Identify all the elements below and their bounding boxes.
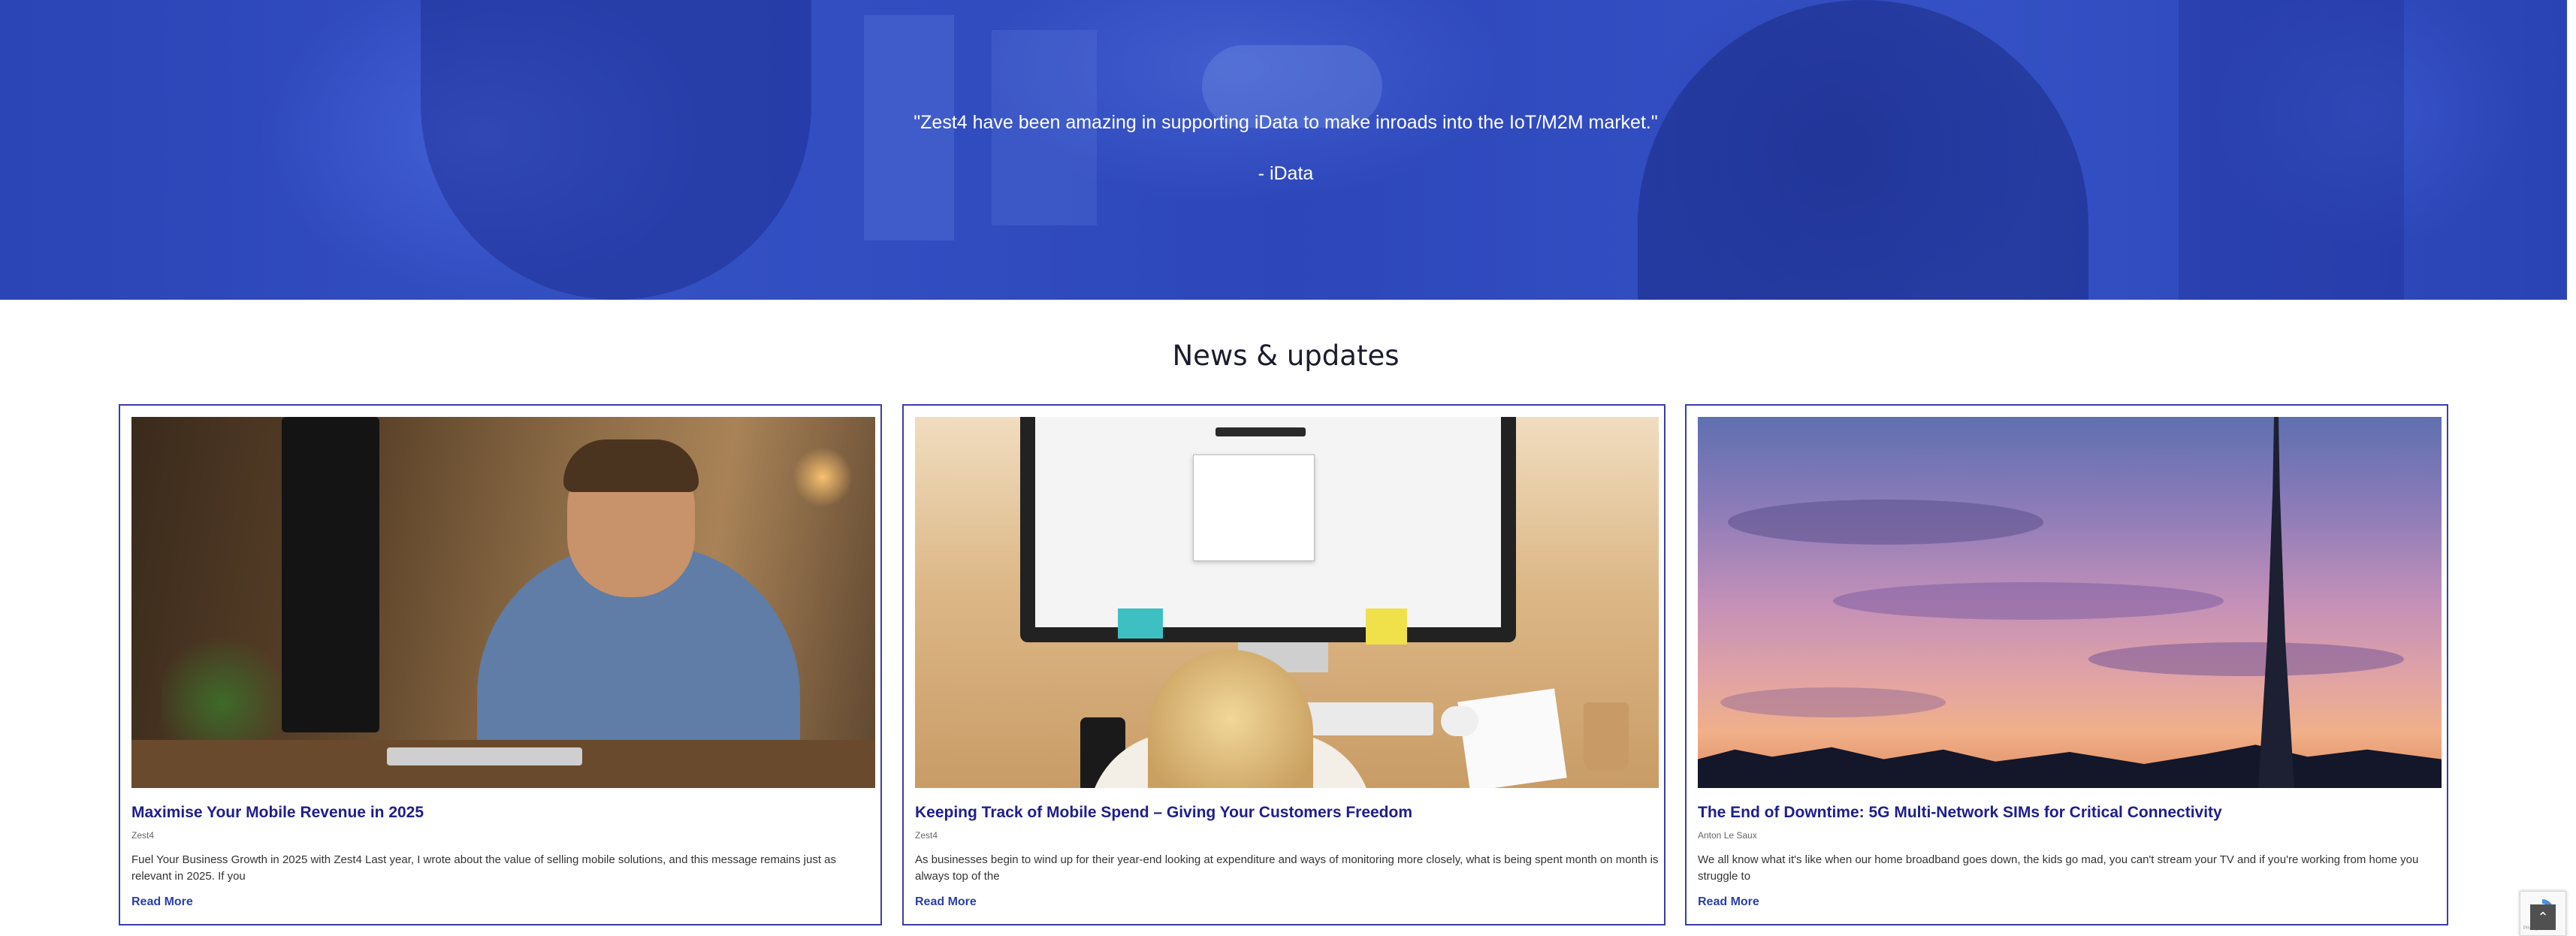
post-author: Zest4 bbox=[131, 830, 155, 841]
page-scrollbar[interactable] bbox=[2567, 0, 2571, 300]
hero-background-figure bbox=[1638, 0, 2088, 300]
post-title-link[interactable]: The End of Downtime: 5G Multi-Network SI… bbox=[1698, 804, 2442, 822]
post-author: Anton Le Saux bbox=[1698, 830, 1757, 841]
news-card: The End of Downtime: 5G Multi-Network SI… bbox=[1685, 404, 2448, 925]
hero-background-figure bbox=[2179, 0, 2404, 300]
post-title-link[interactable]: Maximise Your Mobile Revenue in 2025 bbox=[131, 804, 875, 822]
read-more-link[interactable]: Read More bbox=[1698, 895, 1759, 909]
chevron-up-icon: ⌃ bbox=[2537, 910, 2549, 925]
post-image[interactable] bbox=[915, 417, 1659, 788]
post-image[interactable] bbox=[131, 417, 875, 788]
post-author: Zest4 bbox=[915, 830, 938, 841]
news-heading: News & updates bbox=[1172, 340, 1400, 372]
testimonial-attribution: - iData bbox=[1258, 163, 1314, 184]
scroll-to-top-button[interactable]: ⌃ bbox=[2530, 904, 2556, 930]
news-card: Keeping Track of Mobile Spend – Giving Y… bbox=[902, 404, 1665, 925]
post-image[interactable] bbox=[1698, 417, 2442, 788]
news-card: Maximise Your Mobile Revenue in 2025 Zes… bbox=[119, 404, 882, 925]
post-excerpt: As businesses begin to wind up for their… bbox=[915, 853, 1659, 883]
testimonial-quote: "Zest4 have been amazing in supporting i… bbox=[914, 112, 1658, 133]
testimonial-hero: "Zest4 have been amazing in supporting i… bbox=[0, 0, 2571, 300]
hero-background-figure bbox=[421, 0, 811, 300]
post-excerpt: We all know what it's like when our home… bbox=[1698, 853, 2419, 883]
post-excerpt: Fuel Your Business Growth in 2025 with Z… bbox=[131, 853, 837, 883]
read-more-link[interactable]: Read More bbox=[915, 895, 977, 909]
read-more-link[interactable]: Read More bbox=[131, 895, 193, 909]
post-title-link[interactable]: Keeping Track of Mobile Spend – Giving Y… bbox=[915, 804, 1659, 822]
